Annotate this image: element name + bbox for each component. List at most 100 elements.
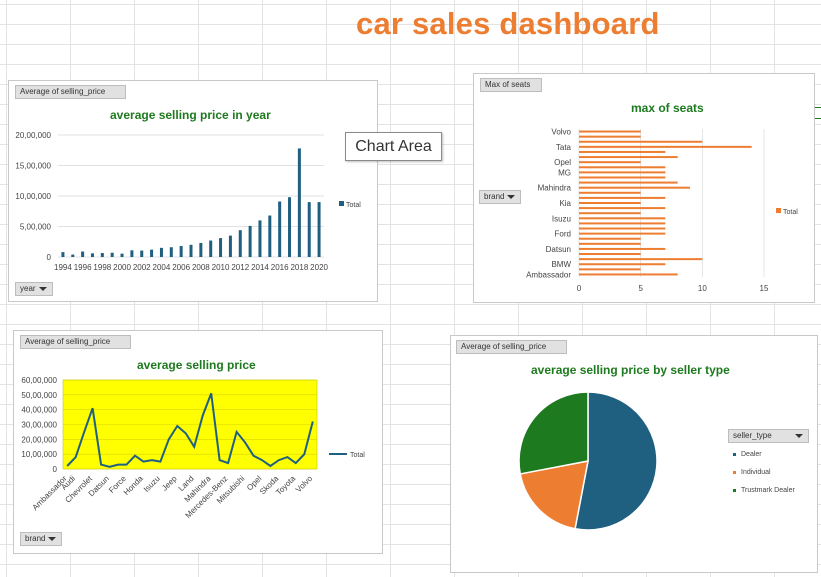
bar-1997[interactable] xyxy=(90,253,94,257)
x-tick-label: 1994 xyxy=(54,263,72,272)
x-tick-label: Toyota xyxy=(274,474,297,497)
x-tick-label: Ambassador xyxy=(31,474,69,512)
bar-2017[interactable] xyxy=(288,197,292,257)
bar-Honda[interactable] xyxy=(579,227,666,230)
bar-Ambassador[interactable] xyxy=(579,273,678,276)
y-category-label: Ford xyxy=(555,230,571,239)
bar-Chevrolet[interactable] xyxy=(579,258,703,261)
bar-Volkswagen[interactable] xyxy=(579,135,641,138)
bar-2006[interactable] xyxy=(179,246,183,257)
bar-Mahindra[interactable] xyxy=(579,186,690,189)
bar-1999[interactable] xyxy=(110,252,114,257)
bar-1995[interactable] xyxy=(71,254,75,257)
legend-label-dealer: Dealer xyxy=(741,451,762,458)
bar-BMW[interactable] xyxy=(579,263,666,266)
chart-brand-price-plot[interactable]: 0 10,00,000 20,00,000 30,00,000 40,00,000 50,… xyxy=(13,330,381,552)
bar-2014[interactable] xyxy=(258,220,262,257)
bar-2018[interactable] xyxy=(297,148,301,257)
bar-2013[interactable] xyxy=(248,225,252,257)
chart-year-plot[interactable]: 0 5,00,000 10,00,000 15,00,000 20,00,000 1994… xyxy=(8,80,376,300)
bar-Datsun[interactable] xyxy=(579,247,666,250)
y-category-label: Volvo xyxy=(551,128,571,137)
y-category-label: BMW xyxy=(551,260,571,269)
bar-Fiat[interactable] xyxy=(579,242,641,245)
bar-Hyundai[interactable] xyxy=(579,222,666,225)
bar-2012[interactable] xyxy=(238,230,242,257)
x-tick-label: 2014 xyxy=(251,263,269,272)
bar-Opel[interactable] xyxy=(579,161,641,164)
bar-Kia[interactable] xyxy=(579,202,641,204)
y-category-label: Kia xyxy=(559,199,571,208)
bar-2016[interactable] xyxy=(278,201,282,257)
legend-label-trustmark: Trustmark Dealer xyxy=(741,487,795,494)
bar-Isuzu[interactable] xyxy=(579,217,666,220)
legend-dot-trustmark xyxy=(733,488,736,492)
legend-item-trustmark: Trustmark Dealer xyxy=(733,482,795,500)
bar-2010[interactable] xyxy=(219,238,223,257)
legend-filter-seller-type[interactable]: seller_type xyxy=(728,429,809,443)
x-tick-label: Honda xyxy=(122,474,145,497)
y-tick-label: 10,00,000 xyxy=(21,450,57,459)
chart-area-tooltip: Chart Area xyxy=(345,132,442,161)
edge-marker xyxy=(815,107,821,108)
pie-slice-trustmark-dealer[interactable] xyxy=(518,391,589,475)
bar-2002[interactable] xyxy=(140,250,144,257)
x-tick-label: 2010 xyxy=(212,263,230,272)
bar-2020[interactable] xyxy=(317,202,321,257)
y-tick-label: 0 xyxy=(47,253,52,262)
axis-button-brand-price[interactable]: brand xyxy=(20,532,63,546)
y-tick-label: 40,00,000 xyxy=(21,406,57,415)
bar-2001[interactable] xyxy=(130,250,134,257)
bar-2015[interactable] xyxy=(268,215,272,257)
axis-button-year[interactable]: year xyxy=(15,282,53,296)
y-tick-label: 50,00,000 xyxy=(21,391,57,400)
bar-1998[interactable] xyxy=(100,253,104,257)
chart-seats-plot[interactable]: AmbassadorBMW Datsun Ford Isuzu Kia Mahindra M… xyxy=(473,73,813,301)
legend-dot-dealer xyxy=(733,452,736,456)
bar-1996[interactable] xyxy=(81,251,85,257)
bar-Mitsubishi[interactable] xyxy=(579,166,666,169)
bar-Daewoo[interactable] xyxy=(579,253,641,256)
x-tick-label: 10 xyxy=(698,284,707,293)
bar-Lexus[interactable] xyxy=(579,191,641,194)
bar-MG[interactable] xyxy=(579,171,666,174)
bar-Audi[interactable] xyxy=(579,268,641,271)
bar-2008[interactable] xyxy=(199,242,203,257)
bar-2003[interactable] xyxy=(150,249,154,257)
bar-Jeep[interactable] xyxy=(579,207,666,210)
bar-2004[interactable] xyxy=(159,247,163,257)
y-category-label: Opel xyxy=(554,158,571,167)
bar-2000[interactable] xyxy=(120,253,124,257)
x-tick-label: 1998 xyxy=(93,263,111,272)
bar-Force[interactable] xyxy=(579,237,641,240)
bar-Mercedes-Benz[interactable] xyxy=(579,176,666,179)
bar-2019[interactable] xyxy=(307,202,311,257)
y-tick-label: 30,00,000 xyxy=(21,421,57,430)
dashboard-title: car sales dashboard xyxy=(356,6,660,41)
axis-button-seats[interactable]: brand xyxy=(479,190,522,204)
bar-Toyota[interactable] xyxy=(579,140,703,143)
legend-swatch-year xyxy=(339,201,344,206)
bar-Skoda[interactable] xyxy=(579,150,666,153)
bar-Jaguar[interactable] xyxy=(579,212,641,215)
bar-Land[interactable] xyxy=(579,196,666,199)
bar-Ford[interactable] xyxy=(579,232,666,235)
bar-2007[interactable] xyxy=(189,244,193,257)
bar-Tata[interactable] xyxy=(579,145,752,148)
x-tick-label: 2008 xyxy=(192,263,210,272)
y-tick-label: 5,00,000 xyxy=(20,223,52,232)
x-tick-label: 2018 xyxy=(290,263,308,272)
bar-Renault[interactable] xyxy=(579,156,678,159)
legend-seller-type: Dealer Individual Trustmark Dealer xyxy=(733,446,795,500)
bar-Volvo[interactable] xyxy=(579,130,641,133)
legend-label-individual: Individual xyxy=(741,469,771,476)
bar-Maruti[interactable] xyxy=(579,181,678,184)
x-tick-label: 0 xyxy=(577,284,582,293)
x-tick-label: 2006 xyxy=(172,263,190,272)
y-category-label: Mahindra xyxy=(538,184,572,193)
y-category-label: Ambassador xyxy=(526,270,571,279)
bar-1994[interactable] xyxy=(61,252,65,257)
bar-2005[interactable] xyxy=(169,247,173,257)
bar-2011[interactable] xyxy=(228,235,232,257)
bar-2009[interactable] xyxy=(209,240,213,257)
